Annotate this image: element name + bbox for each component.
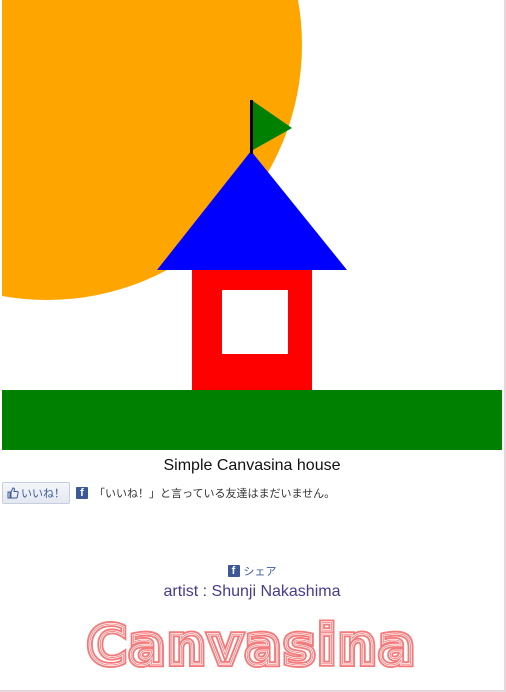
artwork-canvas [2,0,502,450]
svg-text:Canvasina: Canvasina [87,614,417,672]
facebook-icon: f [227,565,240,577]
artwork-title: Simple Canvasina house [163,457,341,474]
thumbs-up-icon [7,487,19,499]
share-label: シェア [243,566,277,578]
artist-credit: artist : Shunji Nakashima [163,583,341,600]
like-button-label: いいね！ [21,488,65,500]
like-button[interactable]: いいね！ [2,482,70,504]
like-count-text: 「いいね！」と言っている友達はまだいません。 [94,488,336,500]
ground-shape [2,390,502,450]
canvasina-logo-mark: Canvasina Canvasina Canvasina [84,611,418,680]
flag-pole [250,100,253,154]
facebook-like-row: いいね！ f 「いいね！」と言っている友達はまだいません。 [2,482,335,504]
house-window [222,290,288,354]
facebook-share-button[interactable]: f シェア [2,563,502,579]
facebook-icon: f [76,487,88,499]
canvasina-logo[interactable]: Canvasina Canvasina Canvasina [2,608,502,680]
